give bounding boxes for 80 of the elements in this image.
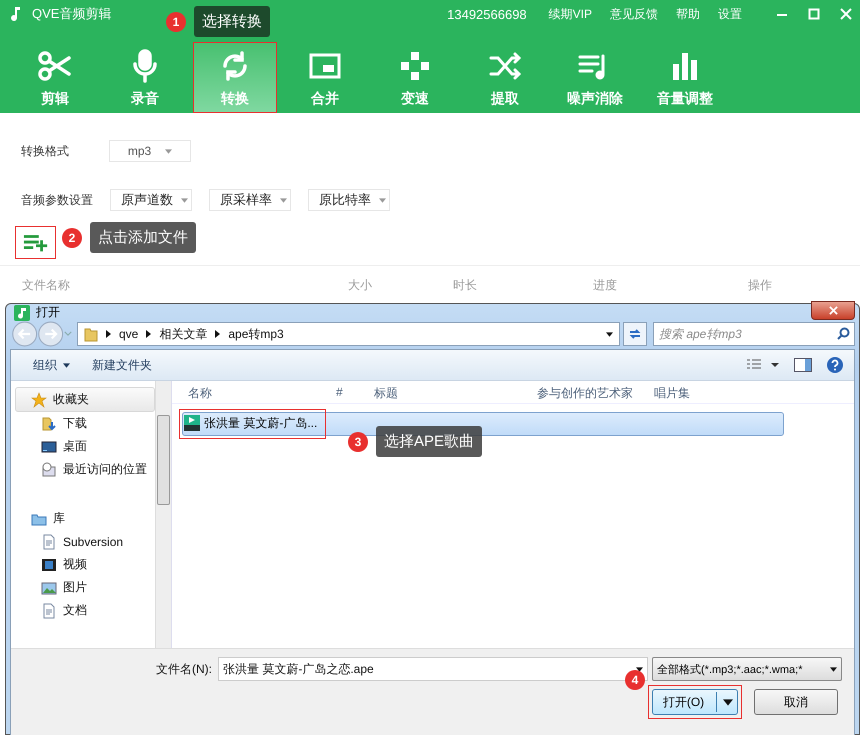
- dropdown-arrow-icon[interactable]: [606, 332, 613, 336]
- app-title: QVE音频剪辑: [32, 5, 112, 23]
- search-icon[interactable]: [837, 327, 850, 340]
- nav-item[interactable]: 视频: [11, 553, 155, 576]
- add-list-icon: [22, 232, 48, 252]
- new-folder-button[interactable]: 新建文件夹: [88, 356, 156, 374]
- dropdown-arrow-icon: [379, 198, 386, 202]
- column-header[interactable]: 标题: [374, 385, 398, 402]
- file-type-dropdown[interactable]: 全部格式(*.mp3;*.aac;*.wma;*: [652, 657, 842, 681]
- account-phone: 13492566698: [447, 6, 527, 22]
- column-header: 大小: [348, 277, 372, 294]
- nav-item[interactable]: 最近访问的位置: [11, 458, 155, 481]
- column-header[interactable]: 唱片集: [654, 385, 690, 402]
- chevron-icon[interactable]: [215, 330, 220, 338]
- format-dropdown[interactable]: mp3: [109, 140, 191, 162]
- nav-item[interactable]: 收藏夹: [15, 387, 155, 412]
- field-label: 文件名(N):: [156, 660, 212, 678]
- star-icon: [31, 392, 47, 408]
- dropdown-arrow-icon[interactable]: [723, 698, 733, 706]
- folder-icon: [84, 326, 98, 342]
- column-header: 进度: [593, 277, 617, 294]
- dialog-title: 打开: [36, 304, 60, 321]
- music-note-icon: [14, 304, 30, 320]
- dropdown-arrow-icon: [181, 198, 188, 202]
- dropdown-arrow-icon: [280, 198, 287, 202]
- dropdown-arrow-icon: [830, 666, 837, 672]
- scrollbar[interactable]: [155, 381, 171, 648]
- image-icon: [41, 580, 57, 596]
- chevron-icon[interactable]: [106, 330, 111, 338]
- tooltip: 点击添加文件: [90, 222, 196, 253]
- field-label: 音频参数设置: [21, 192, 93, 208]
- column-header: 文件名称: [22, 277, 70, 294]
- document-icon: [41, 534, 57, 550]
- parameter-dropdown[interactable]: 原比特率: [308, 189, 390, 211]
- add-file-button[interactable]: [15, 226, 56, 259]
- nav-item[interactable]: Subversion: [11, 530, 155, 553]
- open-button[interactable]: 打开(O): [652, 689, 738, 715]
- music-note-icon: [10, 6, 22, 22]
- column-header: 操作: [748, 277, 772, 294]
- parameter-dropdown[interactable]: 原声道数: [110, 189, 192, 211]
- close-button[interactable]: [811, 300, 855, 320]
- breadcrumb[interactable]: qve: [119, 327, 138, 341]
- column-header[interactable]: #: [336, 385, 343, 399]
- tooltip: 选择APE歌曲: [376, 426, 482, 457]
- step-badge: 2: [62, 228, 82, 248]
- nav-item[interactable]: 下载: [11, 412, 155, 435]
- nav-item[interactable]: 桌面: [11, 435, 155, 458]
- nav-item[interactable]: 库: [11, 507, 155, 530]
- column-header: 时长: [453, 277, 477, 294]
- close-icon[interactable]: [840, 8, 852, 20]
- desktop-icon: [41, 438, 57, 454]
- preview-pane-icon[interactable]: [794, 358, 812, 372]
- document-icon: [41, 602, 57, 618]
- field-label: 转换格式: [21, 142, 70, 160]
- nav-item[interactable]: 文档: [11, 599, 155, 622]
- column-header[interactable]: 参与创作的艺术家: [537, 385, 633, 402]
- search-field[interactable]: 搜索 ape转mp3: [653, 322, 855, 346]
- chevron-icon[interactable]: [146, 330, 152, 338]
- organize-menu[interactable]: 组织: [29, 356, 74, 374]
- file-name[interactable]: 张洪量 莫文蔚-广岛...: [182, 413, 320, 433]
- dropdown-arrow-icon: [165, 148, 172, 154]
- dropdown-arrow-icon: [63, 362, 70, 368]
- address-bar[interactable]: qve 相关文章 ape转mp3: [77, 322, 620, 346]
- help-icon[interactable]: [826, 356, 844, 374]
- maximize-icon[interactable]: [808, 8, 820, 20]
- close-icon: [828, 306, 838, 314]
- parameter-dropdown[interactable]: 原采样率: [209, 189, 291, 211]
- film-icon: [41, 556, 57, 572]
- audio-file-icon: [184, 415, 200, 431]
- tooltip: 选择转换: [194, 6, 270, 37]
- cancel-button[interactable]: 取消: [754, 689, 838, 715]
- recent-places-icon: [41, 462, 57, 478]
- dropdown-arrow-icon[interactable]: [636, 666, 643, 672]
- breadcrumb[interactable]: ape转mp3: [228, 326, 284, 342]
- download-folder-icon: [41, 416, 57, 432]
- column-header[interactable]: 名称: [188, 385, 212, 402]
- breadcrumb[interactable]: 相关文章: [159, 326, 208, 342]
- refresh-icon: [628, 327, 642, 341]
- refresh-button[interactable]: [623, 322, 647, 346]
- nav-item[interactable]: 图片: [11, 576, 155, 599]
